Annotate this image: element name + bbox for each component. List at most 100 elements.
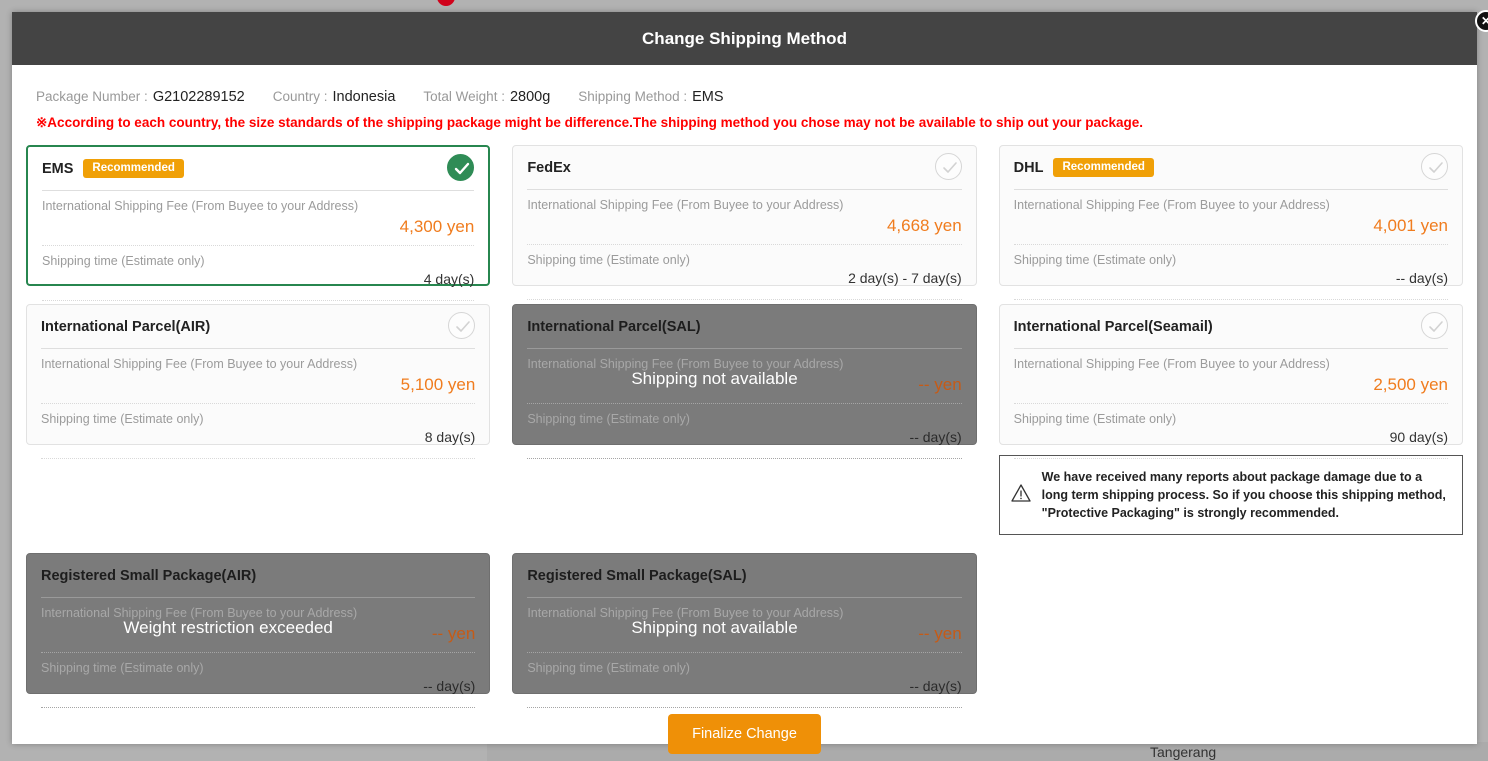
- shipping-fee-label: International Shipping Fee (From Buyee t…: [42, 199, 359, 213]
- shipping-option-title: International Parcel(AIR): [41, 318, 211, 335]
- shipping-option-cell: International Parcel(AIR) International S…: [26, 304, 491, 459]
- info-country-value: Indonesia: [332, 89, 396, 105]
- shipping-time-value: 8 day(s): [424, 428, 476, 445]
- shipping-option-cell: EMS Recommended International Shipping Fee…: [26, 145, 491, 301]
- shipping-fee-block: International Shipping Fee (From Buyee t…: [41, 598, 476, 654]
- shipping-option-card[interactable]: International Parcel(Seamail) Internation…: [998, 304, 1463, 459]
- info-total-weight: Total Weight : 2800g: [423, 89, 550, 105]
- checkmark-icon[interactable]: [1421, 153, 1448, 180]
- info-package-number-value: G2102289152: [152, 89, 245, 105]
- shipping-time-label: Shipping time (Estimate only): [527, 411, 690, 426]
- shipping-option-cell: International Parcel(SAL) International S…: [512, 304, 977, 459]
- info-total-weight-value: 2800g: [509, 89, 551, 105]
- shipping-time-label: Shipping time (Estimate only): [42, 253, 205, 268]
- card-title-row: FedEx: [527, 146, 962, 190]
- shipping-fee-block: International Shipping Fee (From Buyee t…: [527, 349, 962, 404]
- warning-triangle-icon: [1010, 482, 1032, 509]
- info-shipping-method-label: Shipping Method :: [578, 89, 688, 104]
- shipping-fee-value: -- yen: [431, 624, 476, 644]
- shipping-time-value: -- day(s): [423, 678, 476, 695]
- card-title-row: EMS Recommended: [42, 147, 475, 191]
- info-package-number: Package Number : G2102289152: [36, 89, 245, 105]
- info-package-number-label: Package Number :: [36, 89, 148, 104]
- shipping-option-title: International Parcel(Seamail): [1013, 318, 1213, 335]
- shipping-time-label: Shipping time (Estimate only): [527, 252, 690, 267]
- shipping-fee-block: International Shipping Fee (From Buyee t…: [527, 598, 962, 654]
- shipping-option-card[interactable]: International Parcel(AIR) International S…: [26, 304, 491, 459]
- card-title-row: Registered Small Package(AIR): [41, 554, 476, 599]
- shipping-option-title: EMS: [42, 160, 74, 177]
- shipping-option-title: Registered Small Package(AIR): [41, 567, 257, 584]
- shipping-time-value: 90 day(s): [1389, 428, 1448, 445]
- package-info-row: Package Number : G2102289152 Country : I…: [22, 65, 1467, 105]
- card-title-row: International Parcel(Seamail): [1013, 305, 1448, 349]
- shipping-fee-label: International Shipping Fee (From Buyee t…: [1013, 357, 1330, 371]
- shipping-fee-value: -- yen: [918, 624, 962, 644]
- shipping-time-block: Shipping time (Estimate only) -- day(s): [527, 404, 962, 459]
- shipping-fee-value: 4,668 yen: [886, 215, 962, 235]
- shipping-time-label: Shipping time (Estimate only): [41, 411, 204, 426]
- shipping-time-block: Shipping time (Estimate only) 8 day(s): [41, 404, 476, 459]
- seamail-warning-text: We have received many reports about pack…: [1041, 470, 1446, 521]
- shipping-time-value: 4 day(s): [423, 270, 475, 287]
- shipping-fee-block: International Shipping Fee (From Buyee t…: [1013, 190, 1448, 245]
- shipping-fee-block: International Shipping Fee (From Buyee t…: [527, 190, 962, 245]
- shipping-option-card[interactable]: EMS Recommended International Shipping Fee…: [26, 145, 491, 301]
- backdrop-red-marker: [437, 0, 455, 6]
- shipping-options-grid: EMS Recommended International Shipping Fee…: [22, 145, 1467, 709]
- shipping-option-card: Registered Small Package(AIR) Internation…: [26, 553, 491, 709]
- shipping-time-value: -- day(s): [1395, 269, 1448, 286]
- shipping-time-block: Shipping time (Estimate only) -- day(s): [1013, 245, 1448, 300]
- shipping-option-card: Registered Small Package(SAL) Internation…: [512, 553, 977, 709]
- shipping-option-card[interactable]: FedEx International Shipping Fee (From Bu…: [512, 145, 977, 300]
- checkmark-selected-icon[interactable]: [447, 154, 475, 181]
- shipping-time-label: Shipping time (Estimate only): [41, 661, 204, 676]
- shipping-fee-block: International Shipping Fee (From Buyee t…: [1013, 349, 1448, 404]
- info-country-label: Country :: [272, 89, 328, 104]
- shipping-fee-block: International Shipping Fee (From Buyee t…: [42, 191, 475, 246]
- shipping-time-block: Shipping time (Estimate only) -- day(s): [527, 653, 962, 709]
- card-title-row: International Parcel(SAL): [527, 305, 962, 349]
- shipping-option-title: FedEx: [527, 159, 571, 176]
- shipping-fee-block: International Shipping Fee (From Buyee t…: [41, 349, 476, 404]
- info-total-weight-label: Total Weight :: [423, 89, 505, 104]
- shipping-fee-label: International Shipping Fee (From Buyee t…: [1013, 198, 1330, 212]
- shipping-option-cell: DHL Recommended International Shipping Fee…: [998, 145, 1463, 300]
- shipping-option-cell: Registered Small Package(AIR) Internation…: [26, 553, 491, 709]
- shipping-fee-value: -- yen: [918, 374, 962, 394]
- shipping-time-block: Shipping time (Estimate only) -- day(s): [41, 653, 476, 709]
- shipping-option-card[interactable]: DHL Recommended International Shipping Fee…: [998, 145, 1463, 300]
- finalize-change-button[interactable]: Finalize Change: [668, 714, 821, 755]
- shipping-option-title: Registered Small Package(SAL): [527, 567, 747, 584]
- recommended-badge: Recommended: [1053, 158, 1154, 177]
- checkmark-icon[interactable]: [934, 153, 962, 180]
- modal-footer: Finalize Change: [22, 714, 1467, 761]
- shipping-fee-label: International Shipping Fee (From Buyee t…: [527, 606, 844, 621]
- shipping-option-title: International Parcel(SAL): [527, 318, 701, 335]
- shipping-time-value: -- day(s): [909, 678, 962, 695]
- shipping-time-label: Shipping time (Estimate only): [1013, 252, 1177, 267]
- modal-title: Change Shipping Method: [642, 28, 847, 48]
- info-shipping-method: Shipping Method : EMS: [578, 89, 723, 105]
- recommended-badge: Recommended: [83, 159, 184, 178]
- checkmark-icon[interactable]: [1421, 312, 1448, 339]
- info-country: Country : Indonesia: [273, 89, 396, 105]
- seamail-warning-box: We have received many reports about pack…: [998, 455, 1463, 536]
- card-title-row: DHL Recommended: [1013, 146, 1448, 190]
- shipping-option-cell: FedEx International Shipping Fee (From Bu…: [512, 145, 977, 300]
- shipping-fee-value: 2,500 yen: [1373, 374, 1448, 394]
- card-title-row: International Parcel(AIR): [41, 305, 476, 349]
- shipping-time-label: Shipping time (Estimate only): [527, 661, 690, 676]
- shipping-option-cell: Registered Small Package(SAL) Internation…: [512, 553, 977, 709]
- checkmark-icon[interactable]: [448, 312, 476, 339]
- shipping-time-block: Shipping time (Estimate only) 2 day(s) - …: [527, 245, 962, 300]
- shipping-fee-value: 4,001 yen: [1373, 215, 1448, 235]
- shipping-fee-label: International Shipping Fee (From Buyee t…: [527, 198, 844, 212]
- shipping-time-value: -- day(s): [909, 428, 962, 445]
- shipping-fee-label: International Shipping Fee (From Buyee t…: [41, 357, 358, 371]
- shipping-time-block: Shipping time (Estimate only) 90 day(s): [1013, 404, 1448, 459]
- shipping-time-value: 2 day(s) - 7 day(s): [848, 269, 962, 286]
- shipping-option-cell: International Parcel(Seamail) Internation…: [998, 304, 1463, 536]
- country-size-notice: ※According to each country, the size sta…: [36, 115, 1143, 130]
- change-shipping-method-modal: Change Shipping Method ✕ Package Number …: [12, 10, 1488, 755]
